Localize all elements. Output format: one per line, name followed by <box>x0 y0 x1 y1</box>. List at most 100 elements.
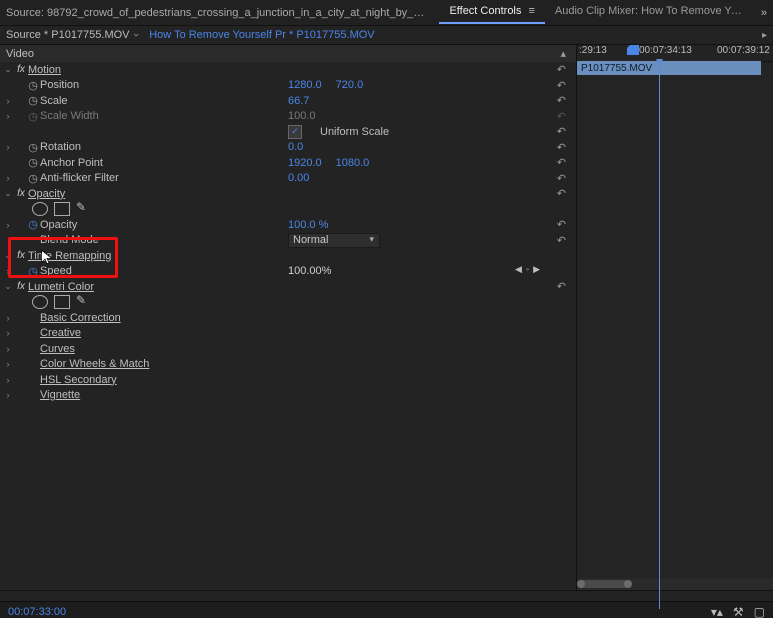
twist-motion[interactable]: ⌄ <box>2 64 14 75</box>
effect-motion[interactable]: Motion <box>28 64 61 76</box>
prop-antiflicker: Anti-flicker Filter <box>40 172 119 184</box>
fx-badge-icon[interactable]: fx <box>14 188 28 199</box>
reset-scale-icon[interactable]: ↶ <box>557 94 566 107</box>
tab-label: Effect Controls <box>449 5 521 17</box>
timeline-hscroll[interactable] <box>577 578 773 590</box>
stopwatch-active-icon[interactable]: ◷ <box>26 218 40 231</box>
tab-audio-mixer[interactable]: Audio Clip Mixer: How To Remove Yourself… <box>545 1 755 24</box>
mask-ellipse-icon[interactable] <box>32 295 48 309</box>
video-collapse-icon[interactable]: ▴ <box>560 47 566 60</box>
lumetri-creative[interactable]: Creative <box>40 327 81 339</box>
twist-timeremap[interactable]: ⌄ <box>2 250 14 261</box>
overflow-chevron-icon[interactable]: » <box>761 7 767 19</box>
next-keyframe-icon[interactable]: ▶ <box>533 264 540 275</box>
reset-antiflicker-icon[interactable]: ↶ <box>557 172 566 185</box>
prop-anchor: Anchor Point <box>40 157 103 169</box>
breadcrumb-target[interactable]: How To Remove Yourself Pr * P1017755.MOV <box>149 29 374 41</box>
twist-lumetri-section[interactable]: › <box>2 375 14 385</box>
timeline-clip-bar[interactable]: P1017755.MOV <box>577 61 761 75</box>
value-position-y[interactable]: 720.0 <box>336 79 364 91</box>
ruler-tick: 00:07:39:12 <box>717 45 770 56</box>
source-label: Source: 98792_crowd_of_pedestrians_cross… <box>6 7 426 19</box>
value-anchor-y[interactable]: 1080.0 <box>336 157 370 169</box>
stopwatch-icon[interactable]: ◷ <box>26 94 40 107</box>
ruler-tick: 00:07:34:13 <box>639 45 692 56</box>
value-position-x[interactable]: 1280.0 <box>288 79 322 91</box>
prop-blend-mode: Blend Mode <box>40 234 99 246</box>
uniform-scale-checkbox[interactable]: ✓ <box>288 125 302 139</box>
status-timecode[interactable]: 00:07:33:00 <box>8 606 66 618</box>
lumetri-vignette[interactable]: Vignette <box>40 389 80 401</box>
twist-lumetri-section[interactable]: › <box>2 390 14 400</box>
twist-opacity-prop[interactable]: › <box>2 220 14 230</box>
timeline-playhead[interactable] <box>659 61 660 609</box>
timeline-ruler[interactable]: :29:13 00:07:34:13 00:07:39:12 <box>577 45 773 62</box>
value-rotation[interactable]: 0.0 <box>288 141 303 153</box>
reset-motion-icon[interactable]: ↶ <box>557 63 566 76</box>
twist-scale[interactable]: › <box>2 96 14 106</box>
effect-opacity[interactable]: Opacity <box>28 188 65 200</box>
stopwatch-disabled-icon: ◷ <box>26 110 40 123</box>
fx-badge-icon[interactable]: fx <box>14 64 28 75</box>
blend-mode-select[interactable]: Normal <box>288 233 380 248</box>
lumetri-curves[interactable]: Curves <box>40 343 75 355</box>
lumetri-basic-correction[interactable]: Basic Correction <box>40 312 121 324</box>
filter-icon[interactable]: ▾▴ <box>711 605 723 618</box>
timeline-in-marker-icon[interactable] <box>627 45 639 58</box>
reset-scale-width-icon: ↶ <box>557 110 566 123</box>
lumetri-hsl-secondary[interactable]: HSL Secondary <box>40 374 117 386</box>
reset-anchor-icon[interactable]: ↶ <box>557 156 566 169</box>
twist-lumetri-section[interactable]: › <box>2 328 14 338</box>
stopwatch-icon[interactable]: ◷ <box>26 172 40 185</box>
reset-blend-icon[interactable]: ↶ <box>557 234 566 247</box>
panel-menu-icon[interactable]: ≡ <box>528 5 534 17</box>
fx-badge-icon[interactable]: fx <box>14 281 28 292</box>
twist-antiflicker[interactable]: › <box>2 173 14 183</box>
stopwatch-active-icon[interactable]: ◷ <box>26 265 40 278</box>
stopwatch-icon[interactable]: ◷ <box>26 156 40 169</box>
value-scale[interactable]: 66.7 <box>288 95 309 107</box>
effect-lumetri[interactable]: Lumetri Color <box>28 281 94 293</box>
twist-lumetri-section[interactable]: › <box>2 359 14 369</box>
value-opacity[interactable]: 100.0 % <box>288 219 328 231</box>
value-anchor-x[interactable]: 1920.0 <box>288 157 322 169</box>
value-speed[interactable]: 100.00% <box>288 265 331 277</box>
twist-scale-width[interactable]: › <box>2 111 14 121</box>
reset-opacity-icon[interactable]: ↶ <box>557 218 566 231</box>
lumetri-color-wheels[interactable]: Color Wheels & Match <box>40 358 149 370</box>
add-keyframe-icon[interactable]: ◦ <box>526 264 529 274</box>
reset-lumetri-icon[interactable]: ↶ <box>557 280 566 293</box>
hscroll-thumb[interactable] <box>577 580 632 588</box>
mask-pen-icon[interactable] <box>76 202 90 214</box>
reset-position-icon[interactable]: ↶ <box>557 79 566 92</box>
tab-effect-controls[interactable]: Effect Controls ≡ <box>439 1 544 24</box>
twist-rotation[interactable]: › <box>2 142 14 152</box>
twist-lumetri[interactable]: ⌄ <box>2 281 14 292</box>
ruler-tick: :29:13 <box>579 45 607 56</box>
prop-rotation: Rotation <box>40 141 81 153</box>
stopwatch-icon[interactable]: ◷ <box>26 79 40 92</box>
reset-rotation-icon[interactable]: ↶ <box>557 141 566 154</box>
wrench-icon[interactable]: ⚒ <box>733 605 744 618</box>
new-item-icon[interactable]: ▢ <box>754 605 765 618</box>
chevron-down-icon[interactable]: › <box>129 33 141 37</box>
reset-opacity-effect-icon[interactable]: ↶ <box>557 187 566 200</box>
timeline-play-toggle-icon[interactable]: ▸ <box>762 30 767 41</box>
breadcrumb-source: Source * P1017755.MOV <box>6 29 130 41</box>
mask-pen-icon[interactable] <box>76 295 90 307</box>
reset-uniform-icon[interactable]: ↶ <box>557 125 566 138</box>
effect-timeremap[interactable]: Time Remapping <box>28 250 111 262</box>
stopwatch-icon[interactable]: ◷ <box>26 141 40 154</box>
twist-lumetri-section[interactable]: › <box>2 313 14 323</box>
fx-badge-icon[interactable]: fx <box>14 250 28 261</box>
value-antiflicker[interactable]: 0.00 <box>288 172 309 184</box>
mask-ellipse-icon[interactable] <box>32 202 48 216</box>
mask-rectangle-icon[interactable] <box>54 295 70 309</box>
twist-speed[interactable]: › <box>2 266 14 276</box>
twist-lumetri-section[interactable]: › <box>2 344 14 354</box>
prev-keyframe-icon[interactable]: ◀ <box>515 264 522 275</box>
video-section-label: Video <box>6 48 34 60</box>
twist-opacity[interactable]: ⌄ <box>2 188 14 199</box>
mask-rectangle-icon[interactable] <box>54 202 70 216</box>
prop-speed: Speed <box>40 265 72 277</box>
